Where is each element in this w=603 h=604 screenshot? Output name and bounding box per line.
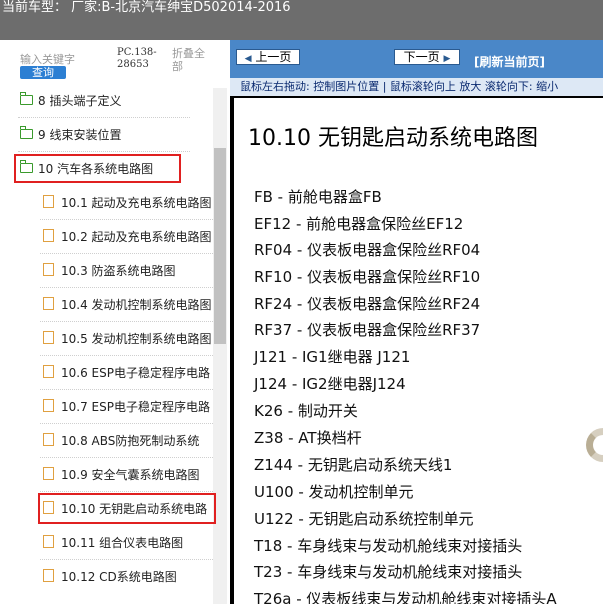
tree-item-10-5[interactable]: 10.5 发动机控制系统电路图 <box>40 322 213 356</box>
legend-entry: RF04 - 仪表板电器盒保险丝RF04 <box>254 241 481 259</box>
tree-item-label: 10.8 ABS防抱死制动系统 <box>61 434 200 448</box>
hint-text: 鼠标左右拖动: 控制图片位置 | 鼠标滚轮向上 放大 滚轮向下: 缩小 <box>240 80 559 93</box>
loading-spinner-icon <box>586 428 603 462</box>
document-page[interactable]: 10.10 无钥匙启动系统电路图 FB - 前舱电器盒FB EF12 - 前舱电… <box>234 98 603 604</box>
tree-item-label: 10.1 起动及充电系统电路图 <box>61 196 212 210</box>
tree-item-10-7[interactable]: 10.7 ESP电子稳定程序电路 <box>40 390 213 424</box>
document-icon <box>43 535 54 548</box>
tree-item-10-3[interactable]: 10.3 防盗系统电路图 <box>40 254 213 288</box>
legend-entry: K26 - 制动开关 <box>254 402 358 420</box>
prev-page-button[interactable]: ◀ 上一页 <box>236 49 300 65</box>
document-icon <box>43 467 54 480</box>
tree-item-label: 10.4 发动机控制系统电路图 <box>61 298 212 312</box>
tree-item-9[interactable]: 9 线束安装位置 <box>18 118 190 152</box>
legend-entry: T23 - 车身线束与发动机舱线束对接插头 <box>254 563 523 581</box>
sidebar-scrollbar[interactable] <box>213 88 227 604</box>
legend-entry: J124 - IG2继电器J124 <box>254 375 406 393</box>
tree-item-10-2[interactable]: 10.2 起动及充电系统电路图 <box>40 220 213 254</box>
selected-item-highlight <box>38 493 216 524</box>
tree-item-10-4[interactable]: 10.4 发动机控制系统电路图 <box>40 288 213 322</box>
document-icon <box>43 195 54 208</box>
document-viewer: ◀ 上一页 下一页 ▶ [刷新当前页] 鼠标左右拖动: 控制图片位置 | 鼠标滚… <box>230 40 603 604</box>
document-icon <box>43 399 54 412</box>
tree-item-label: 10.3 防盗系统电路图 <box>61 264 176 278</box>
tree-item-label: 10.6 ESP电子稳定程序电路 <box>61 366 210 380</box>
document-icon <box>43 229 54 242</box>
refresh-link[interactable]: [刷新当前页] <box>474 53 545 70</box>
legend-entry: RF10 - 仪表板电器盒保险丝RF10 <box>254 268 481 286</box>
legend-entry: T18 - 车身线束与发动机舱线束对接插头 <box>254 537 523 555</box>
document-icon <box>43 365 54 378</box>
tree-item-label: 10.5 发动机控制系统电路图 <box>61 332 212 346</box>
document-icon <box>43 297 54 310</box>
tree-item-label: 8 插头端子定义 <box>38 94 122 108</box>
tree-item-8[interactable]: 8 插头端子定义 <box>18 84 190 118</box>
legend-entry: EF12 - 前舱电器盒保险丝EF12 <box>254 215 464 233</box>
tree-item-10-6[interactable]: 10.6 ESP电子稳定程序电路 <box>40 356 213 390</box>
arrow-right-icon: ▶ <box>443 54 451 64</box>
document-icon <box>43 569 54 582</box>
tree-item-label: 10.12 CD系统电路图 <box>61 570 177 584</box>
search-button[interactable]: 查询 <box>20 66 66 79</box>
legend-entry: T26a - 仪表板线束与发动机舱线束对接插头A <box>254 590 557 604</box>
tree-item-10-9[interactable]: 10.9 安全气囊系统电路图 <box>40 458 213 492</box>
legend-entry: J121 - IG1继电器 J121 <box>254 348 411 366</box>
folder-icon <box>20 92 33 105</box>
pc-code-label: PC.138-28653 <box>117 47 157 70</box>
search-input[interactable]: 输入关键字 <box>20 51 75 67</box>
sidebar: 输入关键字 查询 PC.138-28653 折叠全部 8 插头端子定义 9 线束… <box>0 40 228 604</box>
next-page-button[interactable]: 下一页 ▶ <box>394 49 460 65</box>
viewer-toolbar: ◀ 上一页 下一页 ▶ [刷新当前页] <box>230 40 603 78</box>
tree-item-label: 9 线束安装位置 <box>38 128 122 142</box>
collapse-all-button[interactable]: 折叠全部 <box>172 47 212 73</box>
title-bar: 当前车型： 厂家:B-北京汽车绅宝D502014-2016 <box>0 0 603 40</box>
tree-item-10-11[interactable]: 10.11 组合仪表电路图 <box>40 526 213 560</box>
search-bar: 输入关键字 查询 PC.138-28653 折叠全部 <box>0 40 228 80</box>
document-icon <box>43 331 54 344</box>
scrollbar-thumb[interactable] <box>214 148 226 344</box>
selected-folder-highlight <box>14 154 181 183</box>
tree-item-label: 10.11 组合仪表电路图 <box>61 536 184 550</box>
tree-item-label: 10.2 起动及充电系统电路图 <box>61 230 212 244</box>
document-icon <box>43 263 54 276</box>
folder-icon <box>20 126 33 139</box>
legend-entry: U100 - 发动机控制单元 <box>254 483 414 501</box>
legend-entry: Z38 - AT换档杆 <box>254 429 362 447</box>
document-icon <box>43 433 54 446</box>
legend-entry: U122 - 无钥匙启动系统控制单元 <box>254 510 474 528</box>
next-page-label: 下一页 <box>403 50 440 64</box>
legend-entry: Z144 - 无钥匙启动系统天线1 <box>254 456 453 474</box>
tree-item-label: 10.9 安全气囊系统电路图 <box>61 468 200 482</box>
page-title: 10.10 无钥匙启动系统电路图 <box>248 126 538 151</box>
tree-item-10-12[interactable]: 10.12 CD系统电路图 <box>40 560 213 594</box>
legend-entry: RF24 - 仪表板电器盒保险丝RF24 <box>254 295 481 313</box>
tree-item-10-1[interactable]: 10.1 起动及充电系统电路图 <box>40 186 213 220</box>
tree-item-10-8[interactable]: 10.8 ABS防抱死制动系统 <box>40 424 213 458</box>
hint-bar: 鼠标左右拖动: 控制图片位置 | 鼠标滚轮向上 放大 滚轮向下: 缩小 <box>230 78 603 96</box>
arrow-left-icon: ◀ <box>244 54 252 64</box>
tree-item-label: 10.7 ESP电子稳定程序电路 <box>61 400 210 414</box>
prev-page-label: 上一页 <box>255 50 292 64</box>
legend-entry: RF37 - 仪表板电器盒保险丝RF37 <box>254 321 481 339</box>
legend-entry: FB - 前舱电器盒FB <box>254 188 382 206</box>
vehicle-model-label: 当前车型： 厂家:B-北京汽车绅宝D502014-2016 <box>2 0 291 15</box>
